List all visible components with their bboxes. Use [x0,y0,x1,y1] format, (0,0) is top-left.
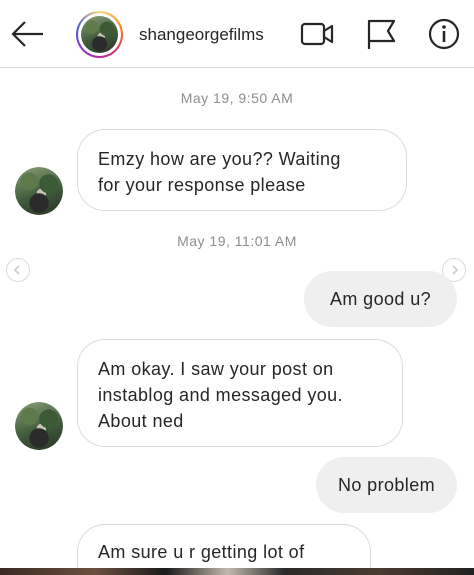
outgoing-message[interactable]: Am good u? [304,271,457,327]
chevron-left-icon [13,265,20,275]
incoming-message[interactable]: Am okay. I saw your post on instablog an… [77,339,403,447]
chevron-right-icon [452,265,459,275]
timestamp: May 19, 9:50 AM [180,90,294,106]
outgoing-message[interactable]: No problem [316,457,457,513]
scroll-left-button[interactable] [6,258,30,282]
bottom-image-strip [0,568,474,575]
chat-header: shangeorgefilms [0,0,474,68]
sender-avatar[interactable] [15,402,63,450]
arrow-left-icon[interactable] [10,18,46,50]
flag-icon[interactable] [364,17,398,51]
info-icon[interactable] [427,17,461,51]
profile-avatar[interactable] [76,11,123,58]
sender-avatar[interactable] [15,167,63,215]
username-label[interactable]: shangeorgefilms [139,25,264,45]
incoming-message[interactable]: Emzy how are you?? Waiting for your resp… [77,129,407,211]
video-camera-icon[interactable] [300,17,334,51]
timestamp: May 19, 11:01 AM [177,233,297,249]
